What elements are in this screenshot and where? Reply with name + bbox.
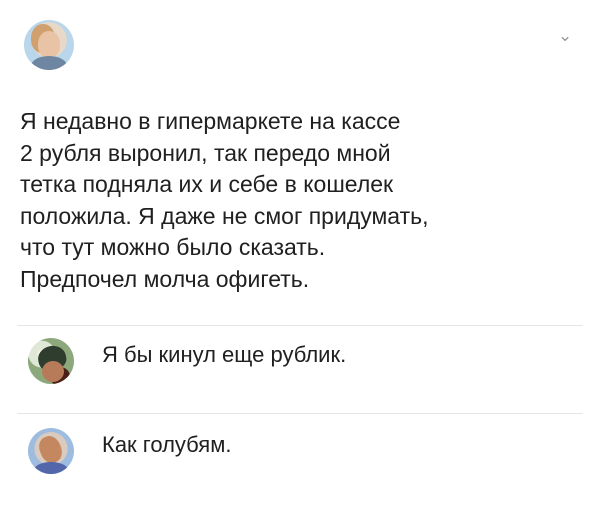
comment-text: Как голубям. [102, 432, 232, 457]
author-avatar-shirt [31, 56, 67, 70]
comment-item[interactable]: Как голубям. [20, 423, 580, 493]
comment-text: Я бы кинул еще рублик. [102, 342, 347, 367]
comment-avatar[interactable] [28, 338, 74, 384]
post-text: Я недавно в гипермаркете на кассе 2 рубл… [20, 108, 429, 292]
author-handle-blurred[interactable] [99, 61, 203, 73]
comment-avatar[interactable] [28, 428, 74, 474]
author-avatar-face [38, 31, 60, 58]
post-header: ⌄ [20, 18, 580, 78]
author-avatar[interactable] [24, 20, 74, 70]
chevron-down-icon[interactable]: ⌄ [558, 27, 572, 44]
author-name-blurred[interactable] [99, 34, 223, 50]
comment-item[interactable]: Я бы кинул еще рублик. [20, 333, 580, 403]
comment-divider [17, 325, 583, 326]
comment-divider [17, 413, 583, 414]
